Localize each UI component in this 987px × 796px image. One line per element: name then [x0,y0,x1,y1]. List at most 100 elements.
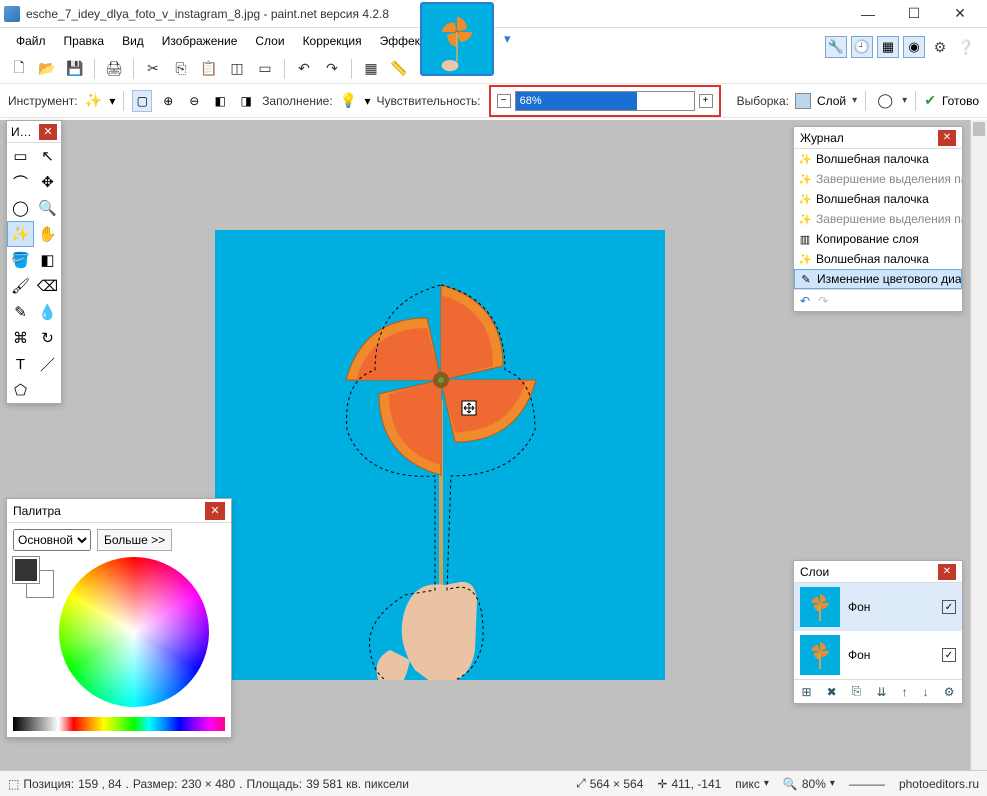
crop-icon[interactable]: ◫ [226,58,248,80]
history-item[interactable]: ✨Волшебная палочка [794,249,962,269]
open-icon[interactable]: 📂 [36,58,58,80]
fg-bg-swatches[interactable] [13,557,53,707]
tool-clone[interactable]: ⌘ [7,325,34,351]
selection-subtract-icon[interactable]: ⊖ [184,90,204,112]
fg-color-swatch[interactable] [13,557,39,583]
tool-pan[interactable]: ✋ [34,221,61,247]
tool-move-pixels[interactable]: ✥ [34,169,61,195]
ruler-icon[interactable]: 📏 [388,58,410,80]
colors-window-header[interactable]: Палитра ✕ [7,499,231,523]
layer-up-icon[interactable]: ↑ [902,685,908,699]
layer-add-icon[interactable]: ⊞ [802,685,812,699]
minimize-button[interactable]: — [845,0,891,28]
selection-intersect-icon[interactable]: ◧ [210,90,230,112]
tool-gradient[interactable]: ◧ [34,247,61,273]
history-item[interactable]: ✨Завершение выделения палочкой [794,169,962,189]
fill-dropdown-icon[interactable]: ▾ [364,94,370,108]
history-panel-toggle[interactable]: 🕘 [851,36,873,58]
tool-paint-bucket[interactable]: 🪣 [7,247,34,273]
history-item[interactable]: ▥Копирование слоя [794,229,962,249]
history-item[interactable]: ✨Волшебная палочка [794,189,962,209]
settings-icon[interactable]: ⚙ [929,36,951,58]
unit-dropdown-icon[interactable]: ▾ [764,778,769,789]
layer-visible-checkbox[interactable]: ✓ [942,648,956,662]
layer-row[interactable]: Фон ✓ [794,583,962,631]
tool-zoom[interactable]: 🔍 [34,195,61,221]
canvas[interactable] [215,230,665,680]
history-undo-icon[interactable]: ↶ [800,294,810,308]
history-redo-icon[interactable]: ↷ [818,294,828,308]
selection-replace-icon[interactable]: ▢ [132,90,152,112]
vertical-scrollbar[interactable] [970,120,987,770]
colors-more-button[interactable]: Больше >> [97,529,172,551]
zoom-dropdown-icon[interactable]: ▾ [830,778,835,789]
tool-eraser[interactable]: ⌫ [34,273,61,299]
status-zoom[interactable]: 🔍 80% ▾ [783,777,835,791]
layers-panel-toggle[interactable]: ▦ [877,36,899,58]
tool-shapes[interactable]: ⬠ [7,377,34,403]
deselect-icon[interactable]: ▭ [254,58,276,80]
layers-window-close[interactable]: ✕ [938,564,956,580]
selection-invert-icon[interactable]: ◨ [236,90,256,112]
fill-mode-icon[interactable]: 💡 [339,90,359,112]
print-icon[interactable]: 🖨 [103,58,125,80]
commit-label[interactable]: Готово [942,94,979,108]
menu-adjust[interactable]: Коррекция [295,30,370,52]
tools-window-close[interactable]: ✕ [39,124,57,140]
color-palette-strip[interactable] [13,717,225,731]
layer-merge-icon[interactable]: ⇊ [876,685,886,699]
selection-scope-dropdown-icon[interactable]: ▾ [852,95,857,106]
redo-icon[interactable]: ↷ [321,58,343,80]
tool-magic-wand[interactable]: ✨ [7,221,34,247]
tolerance-minus-button[interactable]: − [497,94,511,108]
history-item[interactable]: ✎Изменение цветового диапазона [794,269,962,289]
tool-move-selection[interactable]: ↖ [34,143,61,169]
paste-icon[interactable]: 📋 [198,58,220,80]
menu-image[interactable]: Изображение [154,30,246,52]
menu-edit[interactable]: Правка [56,30,113,52]
selection-add-icon[interactable]: ⊕ [158,90,178,112]
tolerance-plus-button[interactable]: + [699,94,713,108]
history-item[interactable]: ✨Завершение выделения палочкой [794,209,962,229]
colors-panel-toggle[interactable]: ◉ [903,36,925,58]
tool-lasso[interactable]: ⌒ [7,169,34,195]
layer-duplicate-icon[interactable]: ⎘ [852,684,862,699]
thumb-menu-icon[interactable]: ▾ [504,31,511,47]
tool-color-picker[interactable]: 💧 [34,299,61,325]
history-window-header[interactable]: Журнал ✕ [794,127,962,149]
tool-pencil[interactable]: ✎ [7,299,34,325]
color-mode-select[interactable]: Основной [13,529,91,551]
layer-down-icon[interactable]: ↓ [923,685,929,699]
layer-delete-icon[interactable]: ✖ [827,685,837,699]
maximize-button[interactable]: ☐ [891,0,937,28]
document-thumb[interactable] [420,2,494,76]
undo-icon[interactable]: ↶ [293,58,315,80]
current-tool-icon[interactable]: ✨ [84,90,104,112]
close-button[interactable]: ✕ [937,0,983,28]
tool-rect-select[interactable]: ▭ [7,143,34,169]
tool-line[interactable]: ／ [34,351,61,377]
antialias-icon[interactable]: ◯ [874,90,896,112]
antialias-dropdown-icon[interactable]: ▾ [902,95,907,106]
save-icon[interactable]: 💾 [64,58,86,80]
layers-window-header[interactable]: Слои ✕ [794,561,962,583]
selection-scope-value[interactable]: Слой [817,94,846,108]
menu-file[interactable]: Файл [8,30,54,52]
tolerance-slider[interactable]: 68% [515,91,695,111]
status-unit[interactable]: пикс ▾ [735,777,769,791]
tool-text[interactable]: T [7,351,34,377]
color-wheel[interactable] [59,557,209,707]
grid-icon[interactable]: ▦ [360,58,382,80]
cut-icon[interactable]: ✂ [142,58,164,80]
history-window-close[interactable]: ✕ [938,130,956,146]
menu-view[interactable]: Вид [114,30,152,52]
colors-window-close[interactable]: ✕ [205,502,225,520]
tools-window-header[interactable]: И… ✕ [7,121,61,143]
history-item[interactable]: ✨Волшебная палочка [794,149,962,169]
layer-visible-checkbox[interactable]: ✓ [942,600,956,614]
tools-panel-toggle[interactable]: 🔧 [825,36,847,58]
new-icon[interactable]: 🗋 [8,58,30,80]
help-icon[interactable]: ❔ [955,36,977,58]
layer-props-icon[interactable]: ⚙ [944,685,955,699]
tool-recolor[interactable]: ↻ [34,325,61,351]
